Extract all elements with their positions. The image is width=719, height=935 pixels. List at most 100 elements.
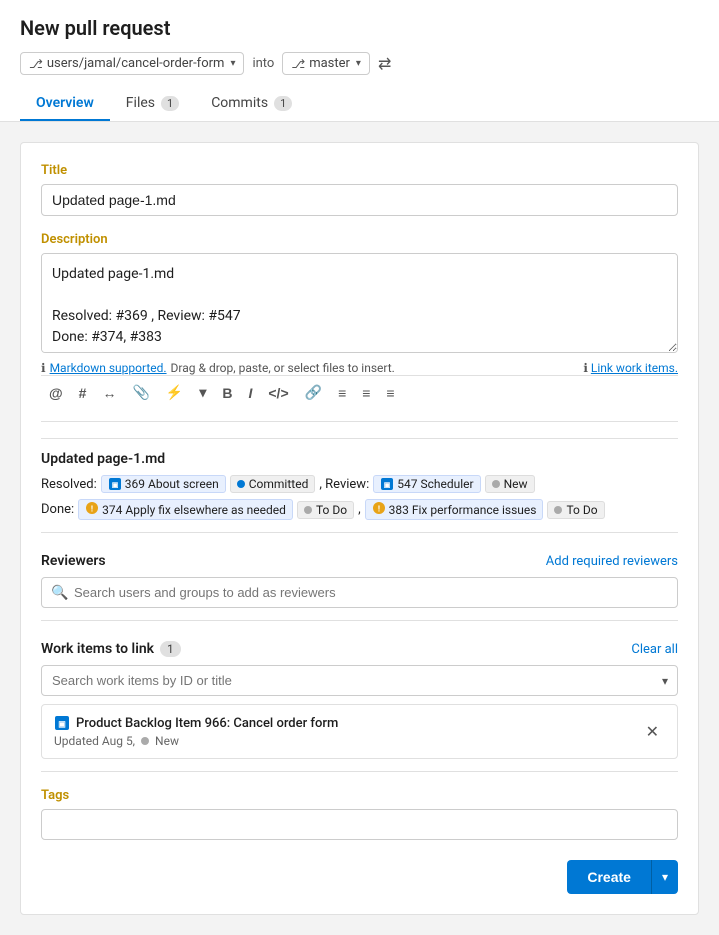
search-dropdown-arrow[interactable]: ▾ [662,674,668,688]
toolbar-unordered-list[interactable]: ≡ [358,383,374,403]
tags-section: Tags [41,788,678,840]
work-item-updated: Updated Aug 5, [54,734,135,748]
divider-4 [41,771,678,772]
tab-overview-label: Overview [36,95,94,111]
item-547-status-dot [492,480,500,488]
work-items-badge: 1 [160,641,181,657]
item-383-chip[interactable]: ! 383 Fix performance issues [365,499,544,520]
item-547-status: New [485,475,535,493]
tab-overview[interactable]: Overview [20,87,110,121]
add-required-reviewers-link[interactable]: Add required reviewers [546,554,678,569]
toolbar-bold[interactable]: B [218,383,236,403]
item-547-icon: ▣ [380,477,394,491]
toolbar-more[interactable]: ▾ [195,382,210,403]
markdown-hint: Drag & drop, paste, or select files to i… [171,361,395,375]
item-369-icon: ▣ [108,477,122,491]
item-383-status: To Do [547,501,604,519]
item-383-title: Fix performance issues [412,503,537,517]
divider-3 [41,620,678,621]
svg-text:▣: ▣ [58,720,66,729]
divider-1 [41,421,678,422]
svg-text:!: ! [91,505,93,514]
item-374-status: To Do [297,501,354,519]
title-label: Title [41,163,678,178]
toolbar-mention[interactable]: @ [45,383,67,403]
remove-work-item-button[interactable]: ✕ [640,720,665,744]
tab-files[interactable]: Files 1 [110,87,195,121]
reviewers-header: Reviewers Add required reviewers [41,553,678,569]
link-work-items-btn[interactable]: Link work items. [591,361,678,375]
search-icon: 🔍 [51,585,68,601]
item-369-chip[interactable]: ▣ 369 About screen [101,475,226,493]
source-branch-icon: ⎇ [29,57,43,71]
svg-text:!: ! [378,505,380,514]
markdown-link[interactable]: Markdown supported. [50,361,167,375]
tags-label: Tags [41,788,678,803]
tab-bar: Overview Files 1 Commits 1 [20,87,699,121]
tags-input[interactable] [41,809,678,840]
source-branch-chevron: ▾ [230,58,235,69]
tab-files-label: Files [126,95,155,111]
title-input[interactable] [41,184,678,216]
resolved-row: Resolved: ▣ 369 About screen Committed ,… [41,475,678,493]
item-369-id: 369 [125,477,145,491]
description-preview: Updated page-1.md Resolved: ▣ 369 About … [41,438,678,520]
toolbar-hyperlink[interactable]: 🔗 [301,382,326,403]
item-383-icon: ! [372,501,386,518]
toolbar-link-pr[interactable]: ↔ [98,383,120,403]
story-svg: ▣ [108,477,122,491]
item-383-status-dot [554,506,562,514]
markdown-info-icon: ℹ [41,361,46,375]
target-branch-selector[interactable]: ⎇ master ▾ [282,52,370,75]
item-369-status-dot [237,480,245,488]
swap-branches-icon[interactable]: ⇄ [378,54,391,73]
work-item-status-dot [141,737,149,745]
comma-383: , [358,502,361,517]
target-branch-label: master [309,56,350,71]
source-branch-selector[interactable]: ⎇ users/jamal/cancel-order-form ▾ [20,52,244,75]
create-dropdown-button[interactable]: ▾ [651,860,678,894]
preview-title: Updated page-1.md [41,451,678,467]
into-label: into [252,56,274,71]
story-547-svg: ▣ [380,477,394,491]
create-button[interactable]: Create [567,860,651,894]
toolbar-italic[interactable]: I [244,383,256,403]
review-label: , Review: [319,477,369,492]
source-branch-label: users/jamal/cancel-order-form [47,56,225,71]
tab-commits[interactable]: Commits 1 [195,87,308,121]
resolved-label: Resolved: [41,477,97,492]
divider-2 [41,532,678,533]
description-textarea[interactable]: Updated page-1.md Resolved: #369 , Revie… [41,253,678,353]
item-547-chip[interactable]: ▣ 547 Scheduler [373,475,480,493]
toolbar-indent[interactable]: ≡ [382,383,398,403]
item-374-chip[interactable]: ! 374 Apply fix elsewhere as needed [78,499,293,520]
toolbar-hash[interactable]: # [75,383,91,403]
toolbar-attach[interactable]: 📎 [128,382,153,403]
reviewers-search-input[interactable] [41,577,678,608]
work-items-search-wrap: ▾ [41,665,678,696]
markdown-bar: ℹ Markdown supported. Drag & drop, paste… [41,361,678,375]
item-374-status-label: To Do [316,503,347,517]
item-383-status-label: To Do [566,503,597,517]
item-374-id: 374 [102,503,122,517]
toolbar-emoji[interactable]: ⚡ [162,382,187,403]
work-items-search-input[interactable] [41,665,678,696]
toolbar-code[interactable]: </> [264,383,292,403]
item-374-icon: ! [85,501,99,518]
page-title: New pull request [20,16,699,40]
done-label: Done: [41,502,74,517]
work-item-meta: Updated Aug 5, New [54,734,338,748]
done-row: Done: ! 374 Apply fix elsewhere as neede… [41,499,678,520]
reviewers-search-wrap: 🔍 [41,577,678,608]
editor-toolbar: @ # ↔ 📎 ⚡ ▾ B I </> 🔗 ≡ ≡ ≡ [41,375,678,409]
clear-all-link[interactable]: Clear all [631,642,678,657]
toolbar-ordered-list[interactable]: ≡ [334,383,350,403]
work-item-title: Product Backlog Item 966: Cancel order f… [76,716,338,731]
work-items-header: Work items to link 1 Clear all [41,641,678,657]
item-547-title: Scheduler [420,477,473,491]
work-item-info: ▣ Product Backlog Item 966: Cancel order… [54,715,338,748]
item-369-title: About screen [148,477,219,491]
work-item-pb-icon: ▣ [54,715,70,731]
item-383-id: 383 [389,503,409,517]
item-369-status-label: Committed [249,477,309,491]
